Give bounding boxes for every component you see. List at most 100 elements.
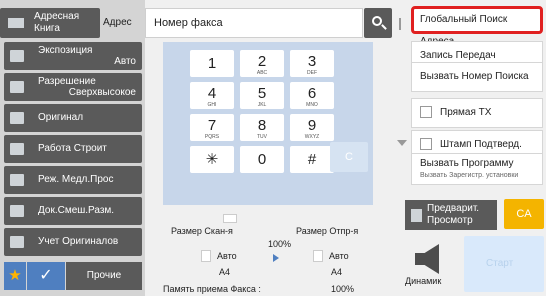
- key-letters: GHI: [207, 102, 217, 108]
- global-address-search-button[interactable]: Глобальный Поиск Адреса: [411, 6, 543, 47]
- key-digit: ✳: [205, 151, 219, 168]
- key-letters: JKL: [257, 102, 267, 108]
- panel-divider: [399, 18, 401, 30]
- preview-label-1: Предварит.: [427, 203, 480, 214]
- stamp-confirm-label: Штамп Подтверд.: [440, 139, 522, 150]
- speaker-label: Динамик: [405, 276, 442, 286]
- memory-label: Память приема Факса :: [163, 284, 261, 294]
- exposure-icon: [10, 50, 24, 62]
- original-label: Оригинал: [38, 112, 84, 123]
- checkmark-icon[interactable]: ✓: [27, 262, 65, 290]
- mixed-size-icon: [10, 205, 24, 217]
- direct-tx-label: Прямая ТХ: [440, 107, 492, 118]
- key-digit: 6: [307, 85, 317, 102]
- address-book-label-1: Адресная: [34, 11, 80, 22]
- keypad-key[interactable]: #: [290, 146, 334, 173]
- clear-button[interactable]: C: [330, 142, 368, 172]
- keypad-key[interactable]: 5 JKL: [240, 82, 284, 109]
- address-label: Адрес: [103, 17, 132, 28]
- keypad-key[interactable]: 1: [190, 50, 234, 77]
- mixed-size-label: Док.Смеш.Разм.: [38, 205, 115, 216]
- send-auto-value: Авто: [329, 251, 349, 261]
- resolution-button[interactable]: Разрешение Сверхвысокое: [4, 73, 142, 101]
- keypad-key[interactable]: ✳: [190, 146, 234, 173]
- clear-all-button[interactable]: CA: [504, 199, 544, 229]
- direct-tx-checkbox[interactable]: [420, 106, 432, 119]
- key-letters: TUV: [257, 134, 267, 140]
- keypad-key[interactable]: 0: [240, 146, 284, 173]
- preview-icon: [411, 209, 422, 222]
- mixed-size-button[interactable]: Док.Смеш.Разм.: [4, 197, 142, 225]
- original-icon: [10, 112, 24, 124]
- key-letters: WXYZ: [304, 134, 320, 140]
- scan-paper-value: A4: [219, 267, 231, 277]
- keypad-key[interactable]: 8 TUV: [240, 114, 284, 141]
- arrow-right-icon: [273, 254, 279, 262]
- key-digit: 5: [257, 85, 267, 102]
- resolution-value: Сверхвысокое: [68, 87, 136, 98]
- recall-number-button[interactable]: Вызвать Номер Поиска: [411, 62, 543, 92]
- key-letters: PQRS: [204, 134, 220, 140]
- key-digit: 7: [207, 117, 217, 134]
- key-digit: 8: [257, 117, 267, 134]
- job-build-label: Работа Строит: [38, 143, 107, 154]
- key-letters: MNO: [306, 102, 318, 108]
- keypad-key[interactable]: 6 MNO: [290, 82, 334, 109]
- slow-scan-icon: [10, 174, 24, 186]
- slow-scan-label: Реж. Медл.Прос: [38, 174, 114, 185]
- stamp-confirm-checkbox[interactable]: [420, 138, 432, 151]
- address-book-button[interactable]: Адресная Книга: [0, 8, 100, 38]
- ratio-value: 100%: [268, 239, 292, 249]
- key-letters: DEF: [307, 70, 317, 76]
- scan-sheet-icon: [223, 214, 237, 223]
- start-label: Старт: [486, 258, 514, 269]
- key-digit: 3: [307, 53, 317, 70]
- exposure-button[interactable]: Экспозиция Авто: [4, 42, 142, 70]
- key-digit: 1: [207, 55, 217, 72]
- direct-tx-toggle[interactable]: Прямая ТХ: [411, 98, 543, 128]
- favorite-star-icon[interactable]: ★: [4, 262, 26, 290]
- slow-scan-button[interactable]: Реж. Медл.Прос: [4, 166, 142, 194]
- speaker-icon: [415, 244, 439, 274]
- search-button[interactable]: [364, 8, 392, 38]
- fax-number-input[interactable]: Номер факса: [145, 8, 363, 38]
- send-paper-icon: [313, 250, 323, 262]
- speaker-button[interactable]: Динамик: [405, 236, 459, 290]
- exposure-value: Авто: [114, 56, 136, 67]
- original-count-label: Учет Оригиналов: [38, 236, 119, 247]
- key-digit: 9: [307, 117, 317, 134]
- status-info: Размер Скан-я Размер Отпр-я 100% Авто Ав…: [145, 208, 396, 296]
- address-book-icon: [8, 18, 24, 28]
- keypad-key[interactable]: 9 WXYZ: [290, 114, 334, 141]
- key-digit: 4: [207, 85, 217, 102]
- key-digit: #: [307, 151, 317, 168]
- recall-program-sublabel: Вызвать Зарегистр. установки: [420, 172, 519, 179]
- scan-size-label: Размер Скан-я: [171, 226, 233, 236]
- scan-paper-icon: [201, 250, 211, 262]
- keypad-key[interactable]: 4 GHI: [190, 82, 234, 109]
- job-build-icon: [10, 143, 24, 155]
- job-build-button[interactable]: Работа Строит: [4, 135, 142, 163]
- original-count-button[interactable]: Учет Оригиналов: [4, 228, 142, 256]
- key-digit: 0: [257, 151, 267, 168]
- preview-label-2: Просмотр: [427, 215, 473, 226]
- recall-program-button[interactable]: Вызвать Программу Вызвать Зарегистр. уст…: [411, 153, 543, 185]
- preview-button[interactable]: Предварит. Просмотр: [405, 200, 497, 230]
- start-button[interactable]: Старт: [464, 236, 544, 292]
- memory-value: 100%: [331, 284, 355, 294]
- keypad-key[interactable]: 3 DEF: [290, 50, 334, 77]
- scroll-down-icon[interactable]: [397, 140, 407, 146]
- send-paper-value: A4: [331, 267, 343, 277]
- original-count-icon: [10, 236, 24, 248]
- key-letters: ABC: [256, 70, 268, 76]
- address-book-label-2: Книга: [34, 23, 60, 34]
- keypad-key[interactable]: 7 PQRS: [190, 114, 234, 141]
- keypad-key[interactable]: 2 ABC: [240, 50, 284, 77]
- recall-program-label: Вызвать Программу: [420, 158, 514, 169]
- key-digit: 2: [257, 53, 267, 70]
- send-size-label: Размер Отпр-я: [296, 226, 359, 236]
- original-button[interactable]: Оригинал: [4, 104, 142, 132]
- resolution-label: Разрешение: [38, 76, 96, 87]
- resolution-icon: [10, 81, 24, 93]
- other-button[interactable]: Прочие: [66, 262, 142, 290]
